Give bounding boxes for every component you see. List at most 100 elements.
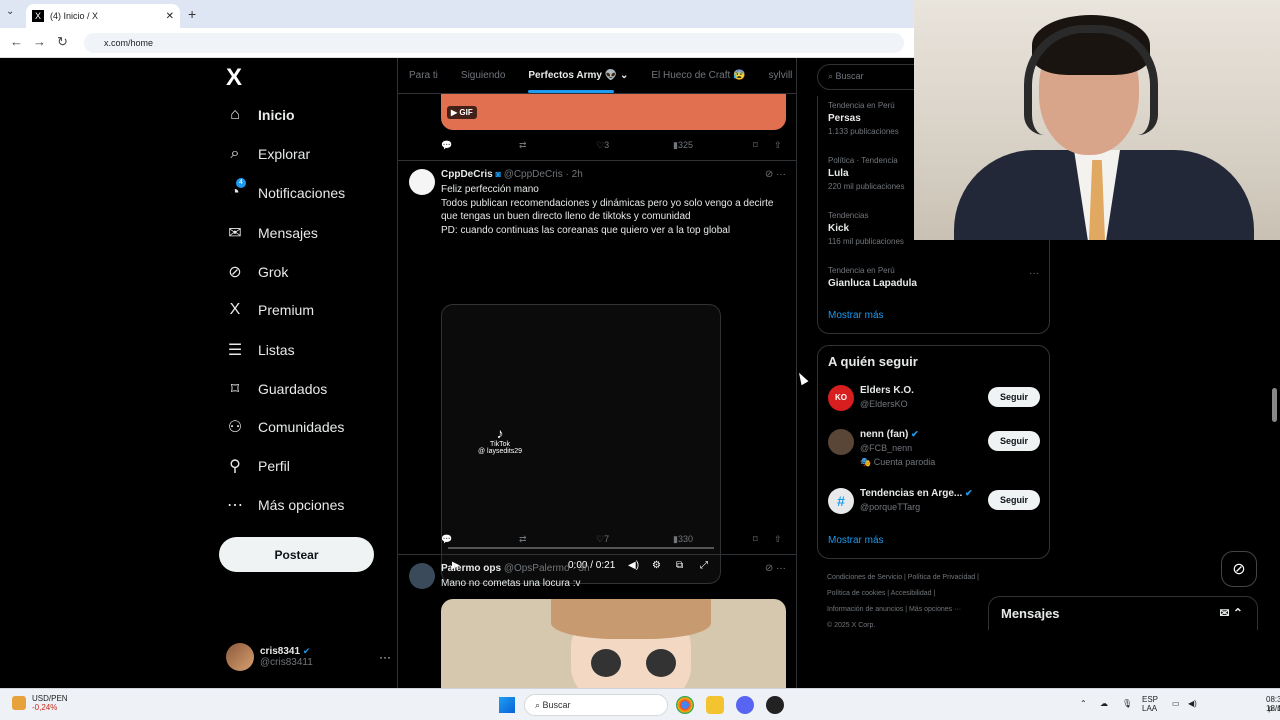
author-handle[interactable]: @OpsPalermo <box>504 563 570 574</box>
tab-siguiendo[interactable]: Siguiendo <box>461 70 505 81</box>
network-icon[interactable]: ▭ <box>1172 699 1180 708</box>
grok-icon: ⊘ <box>228 264 242 281</box>
clock[interactable]: 08:31 p. m.18/10/2025 <box>1206 695 1280 713</box>
show-more-link[interactable]: Mostrar más <box>828 535 884 546</box>
grok-button[interactable]: ⊘ <box>1221 551 1257 587</box>
reload-icon[interactable]: ↻ <box>57 34 68 50</box>
gif-text: GIF <box>459 108 473 117</box>
hashtag-avatar-icon: # <box>828 488 854 514</box>
retweet-icon[interactable]: ⇄ <box>519 534 527 545</box>
verified-icon: ✔ <box>911 429 919 439</box>
list-icon: ☰ <box>227 342 243 359</box>
views-button[interactable]: ▮ 325 <box>673 140 693 151</box>
tab-sylvill[interactable]: sylvill <box>769 70 793 81</box>
nav-mensajes[interactable]: ✉ Mensajes <box>226 223 318 243</box>
author-name[interactable]: Palermo ops <box>441 563 501 574</box>
follow-suggestion[interactable]: # Tendencias en Arge... ✔ @porqueTTarg S… <box>828 488 1040 518</box>
tweet-time[interactable]: · 2h <box>566 169 583 180</box>
trend-name: Lula <box>828 168 849 179</box>
tiktok-brand: TikTok <box>490 441 511 448</box>
back-icon[interactable]: ← <box>10 34 23 49</box>
author-handle[interactable]: @CppDeCris <box>504 169 563 180</box>
bookmark-icon[interactable]: ⌑ <box>753 534 758 545</box>
timeline: Para ti Siguiendo Perfectos Army 👽 ⌄ El … <box>397 58 797 688</box>
nav-perfil[interactable]: ⚲ Perfil <box>226 456 290 476</box>
follow-button[interactable]: Seguir <box>988 490 1040 510</box>
tweet-header: CppDeCris ◙ @CppDeCris · 2h <box>441 169 583 180</box>
windows-start-icon[interactable] <box>499 697 515 713</box>
trend-item[interactable]: Tendencia en Perú Gianluca Lapadula <box>828 266 917 289</box>
footer-line[interactable]: Condiciones de Servicio | Política de Pr… <box>827 570 1050 586</box>
tweet-line: Todos publican recomendaciones y dinámic… <box>441 197 774 209</box>
tweet-line: Feliz perfección mano <box>441 184 539 195</box>
forward-icon[interactable]: → <box>33 34 46 49</box>
like-button[interactable]: ♡ 7 <box>596 534 609 545</box>
reply-icon[interactable]: 💬 <box>441 140 452 151</box>
onedrive-icon[interactable]: ☁ <box>1100 699 1108 708</box>
page-scrollbar[interactable] <box>1272 388 1277 422</box>
reply-icon[interactable]: 💬 <box>441 534 452 545</box>
like-button[interactable]: ♡ 3 <box>596 140 609 151</box>
account-switcher[interactable]: cris8341 ✔ @cris83411 ··· <box>226 643 391 671</box>
nav-premium[interactable]: X Premium <box>226 301 314 319</box>
nav-inicio[interactable]: ⌂ Inicio <box>226 106 294 124</box>
share-icon[interactable]: ⇧ <box>774 140 782 151</box>
trend-more-icon[interactable]: ··· <box>1029 268 1039 279</box>
nav-label: Perfil <box>258 458 290 474</box>
obs-icon[interactable] <box>766 696 784 714</box>
follow-suggestion[interactable]: KO Elders K.O. @EldersKO Seguir <box>828 385 1040 415</box>
trend-item[interactable]: Política · Tendencia Lula 220 mil public… <box>828 156 905 191</box>
taskbar-search[interactable]: ⌕ Buscar <box>524 694 668 716</box>
avatar[interactable] <box>409 563 435 589</box>
tab-perfectos-army[interactable]: Perfectos Army 👽 ⌄ <box>528 70 628 93</box>
nav-explorar[interactable]: ⌕ Explorar <box>226 145 311 163</box>
more-icon[interactable]: ··· <box>379 650 391 664</box>
retweet-icon[interactable]: ⇄ <box>519 140 527 151</box>
trend-name: Kick <box>828 223 850 234</box>
browser-tab[interactable]: X (4) Inicio / X ✕ <box>26 4 180 28</box>
post-button[interactable]: Postear <box>219 537 374 572</box>
author-name[interactable]: CppDeCris <box>441 169 493 180</box>
discord-icon[interactable] <box>736 696 754 714</box>
nav-notificaciones[interactable]: ◔ 4 Notificaciones <box>226 178 345 202</box>
tab-close-icon[interactable]: ✕ <box>166 11 174 22</box>
account-name: nenn (fan) <box>860 429 909 440</box>
nav-comunidades[interactable]: ⚇ Comunidades <box>226 417 345 437</box>
messages-drawer[interactable]: Mensajes ✉ ⌃ <box>988 596 1258 630</box>
nav-mas-opciones[interactable]: ⋯ Más opciones <box>226 495 344 515</box>
nav-grok[interactable]: ⊘ Grok <box>226 262 288 282</box>
stock-widget[interactable]: USD/PEN -0,24% <box>12 694 68 712</box>
share-icon[interactable]: ⇧ <box>774 534 782 545</box>
follow-suggestion[interactable]: nenn (fan) ✔ @FCB_nenn 🎭 Cuenta parodia … <box>828 429 1040 473</box>
nav-listas[interactable]: ☰ Listas <box>226 340 295 360</box>
bookmark-icon[interactable]: ⌑ <box>753 140 758 151</box>
tab-hueco-de-craft[interactable]: El Hueco de Craft 😰 <box>651 70 745 81</box>
file-explorer-icon[interactable] <box>706 696 724 714</box>
nav-guardados[interactable]: ⌑ Guardados <box>226 379 327 399</box>
gif-media[interactable]: ▶ GIF <box>441 94 786 130</box>
more-icon[interactable]: ⊘ ··· <box>765 563 786 574</box>
volume-icon[interactable]: ◀) <box>1188 699 1197 708</box>
mic-icon[interactable]: 🎙 <box>1122 699 1132 708</box>
more-icon[interactable]: ⊘ ··· <box>765 169 786 180</box>
tweet-image[interactable] <box>441 599 786 688</box>
tray-chevron-icon[interactable]: ⌃ <box>1080 699 1087 708</box>
views-button[interactable]: ▮ 330 <box>673 534 693 545</box>
tab-list-icon[interactable]: ⌄ <box>6 6 14 17</box>
grok-icon: ⊘ <box>1232 561 1246 578</box>
follow-button[interactable]: Seguir <box>988 431 1040 451</box>
trend-item[interactable]: Tendencia en Perú Persas 1.133 publicaci… <box>828 101 899 136</box>
tab-para-ti[interactable]: Para ti <box>409 70 438 81</box>
tweet-time[interactable]: · 3h <box>572 563 589 574</box>
x-logo-icon[interactable]: X <box>226 64 242 92</box>
new-tab-button[interactable]: + <box>188 6 196 22</box>
messages-drawer-icons[interactable]: ✉ ⌃ <box>1220 606 1243 620</box>
video-progress-bar[interactable] <box>448 547 714 549</box>
url-field[interactable]: x.com/home <box>84 33 904 53</box>
home-icon: ⌂ <box>230 106 240 123</box>
trend-item[interactable]: Tendencias Kick 116 mil publicaciones <box>828 211 904 246</box>
chrome-icon[interactable] <box>676 696 694 714</box>
follow-button[interactable]: Seguir <box>988 387 1040 407</box>
show-more-link[interactable]: Mostrar más <box>828 310 884 321</box>
avatar[interactable] <box>409 169 435 195</box>
